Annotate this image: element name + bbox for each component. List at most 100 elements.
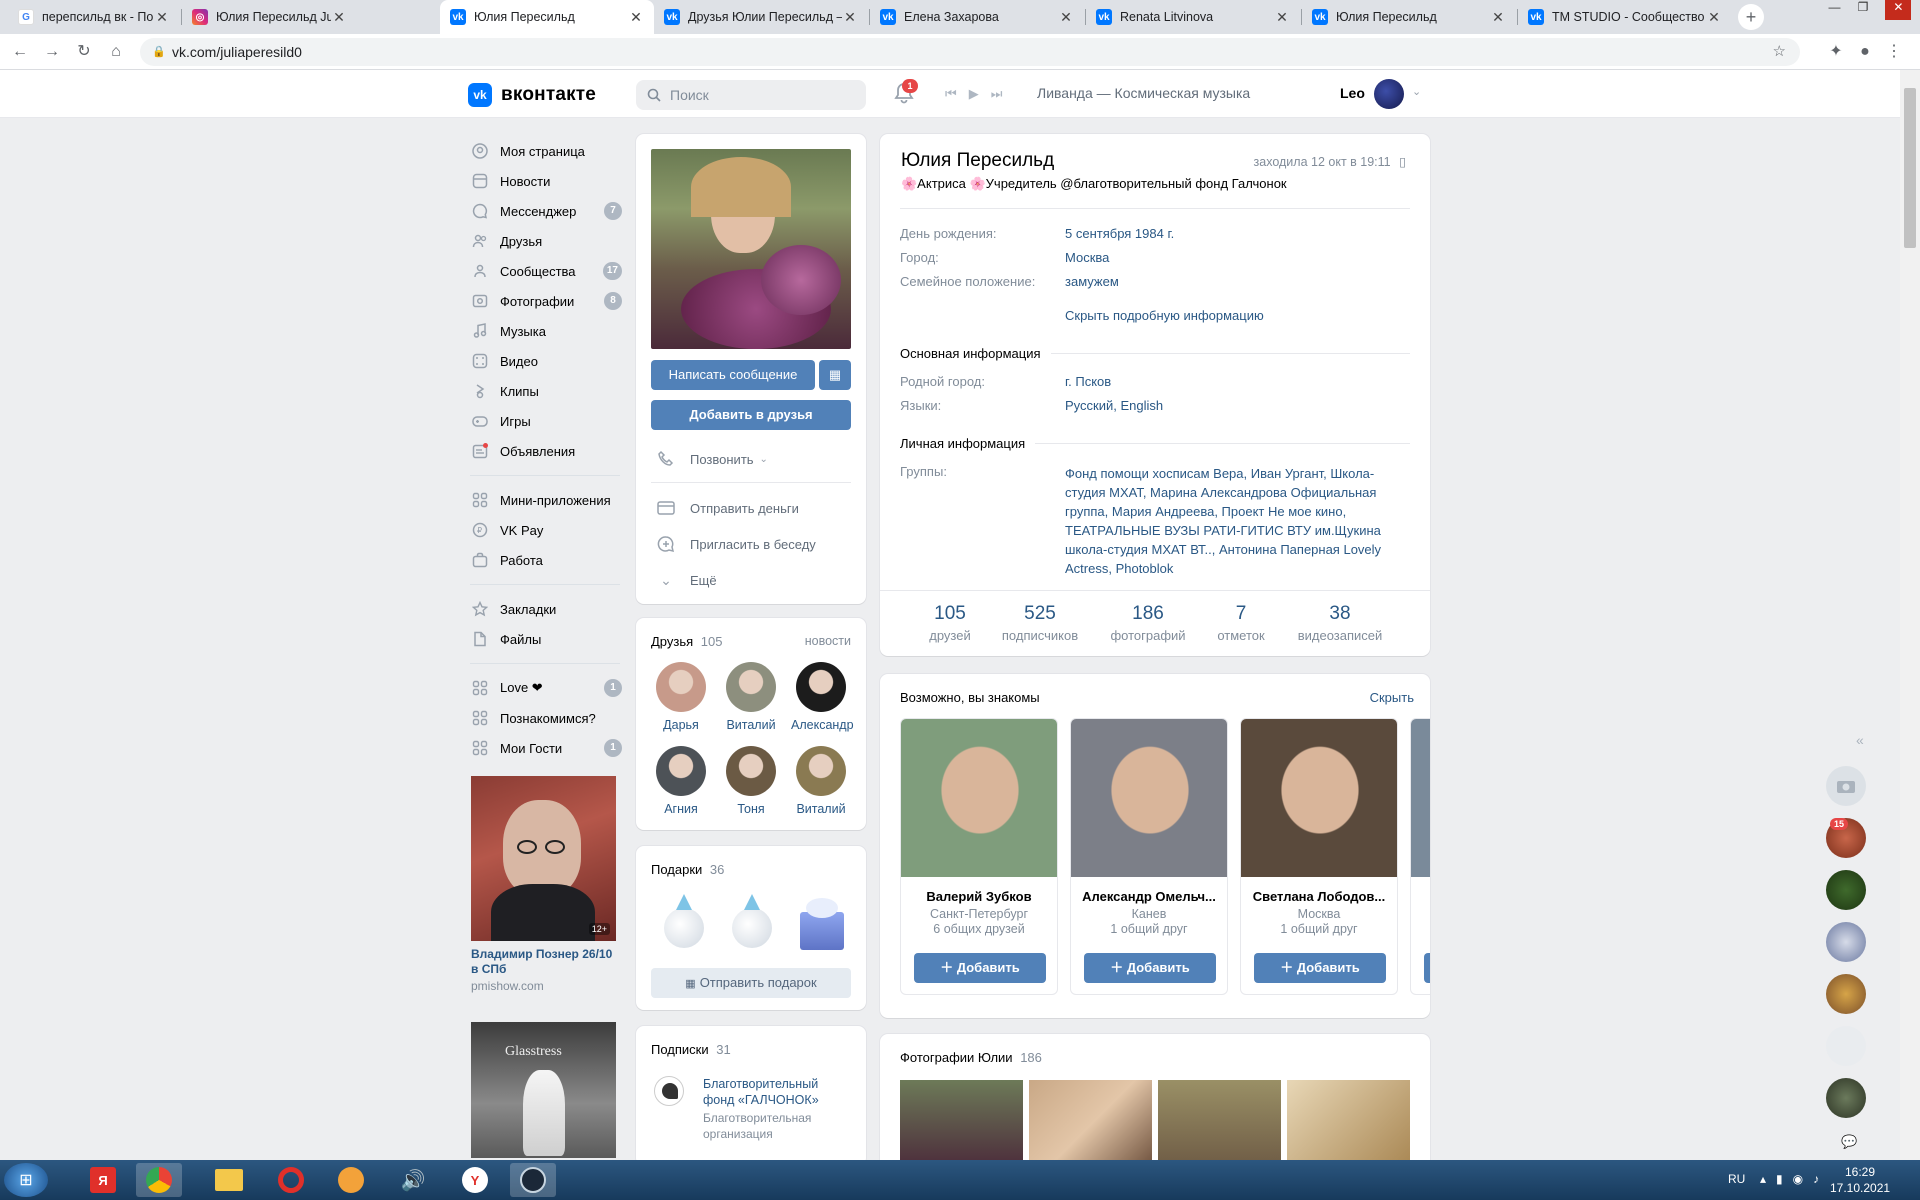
yandex-browser-icon[interactable]: Y	[452, 1163, 498, 1197]
camera-icon[interactable]	[1826, 766, 1866, 806]
info-value[interactable]: Москва	[1065, 250, 1109, 265]
close-tab-icon[interactable]: ✕	[1706, 9, 1722, 26]
opera-icon[interactable]	[268, 1163, 314, 1197]
close-tab-icon[interactable]: ✕	[154, 9, 170, 26]
friend-item[interactable]: Александр	[791, 662, 854, 732]
mutual-friends[interactable]: 1 общий друг	[1241, 922, 1397, 936]
forward-icon[interactable]: →	[42, 42, 62, 62]
friend-name[interactable]: Александр	[791, 718, 854, 732]
maximize-icon[interactable]: ❐	[1858, 0, 1869, 20]
yandex-icon[interactable]: Я	[80, 1163, 126, 1197]
volume-icon[interactable]: ♪	[1813, 1172, 1819, 1186]
add-friend-button[interactable]: Добавить в друзья	[651, 400, 851, 430]
menu-item[interactable]: Работа	[470, 545, 620, 575]
profile-stat[interactable]: 7 отметок	[1191, 603, 1291, 643]
menu-item[interactable]: Моя страница	[470, 136, 620, 166]
info-value[interactable]: замужем	[1065, 274, 1119, 289]
send-money-action[interactable]: Отправить деньги	[656, 498, 799, 518]
hide-details-link[interactable]: Скрыть подробную информацию	[1065, 308, 1264, 323]
friend-item[interactable]: Агния	[651, 746, 711, 816]
menu-item[interactable]: Игры	[470, 406, 620, 436]
suggested-person-card[interactable]: Александр Омельч... Канев 1 общий друг ＋ До…	[1070, 718, 1228, 995]
chat-avatar[interactable]	[1826, 1078, 1866, 1118]
menu-item[interactable]: ₽ VK Pay	[470, 515, 620, 545]
suggested-person-name[interactable]: Александр Омельч...	[1071, 889, 1227, 904]
chat-icon[interactable]: 💬	[1841, 1134, 1857, 1150]
close-tab-icon[interactable]: ✕	[1058, 9, 1074, 26]
gifts-header[interactable]: Подарки 36	[651, 862, 724, 877]
friend-item[interactable]: Тоня	[721, 746, 781, 816]
language-indicator[interactable]: RU	[1728, 1172, 1745, 1186]
menu-item[interactable]: Мини-приложения	[470, 485, 620, 515]
minimize-icon[interactable]: —	[1829, 0, 1841, 20]
ad-block[interactable]: Glasstress	[471, 1022, 616, 1158]
play-icon[interactable]: ▶	[969, 86, 979, 102]
network-icon[interactable]: ▮	[1776, 1172, 1783, 1186]
close-tab-icon[interactable]: ✕	[331, 9, 347, 26]
menu-item[interactable]: Видео	[470, 346, 620, 376]
add-suggested-friend-button[interactable]: ＋ Добавить	[914, 953, 1046, 983]
call-action[interactable]: Позвонить ⌄	[656, 449, 768, 469]
search-input[interactable]: Поиск	[636, 80, 866, 110]
ad-block[interactable]: 12+ Владимир Познер 26/10 в СПб pmishow.…	[471, 776, 616, 993]
menu-item[interactable]: Музыка	[470, 316, 620, 346]
extensions-icon[interactable]: ✦	[1826, 42, 1846, 62]
profile-stat[interactable]: 105 друзей	[900, 603, 1000, 643]
friend-name[interactable]: Виталий	[791, 802, 851, 816]
photo-thumb[interactable]	[1287, 1080, 1410, 1170]
browser-menu-icon[interactable]: ⋮	[1884, 42, 1904, 62]
community-logo[interactable]	[654, 1076, 684, 1106]
menu-item[interactable]: Мои Гости 1	[470, 733, 622, 763]
send-gift-button[interactable]: ▦ Отправить подарок	[651, 968, 851, 998]
suggested-person-card[interactable]: Валерий Зубков Санкт-Петербург 6 общих дру…	[900, 718, 1058, 995]
friend-avatar[interactable]	[726, 662, 776, 712]
gift-item[interactable]	[658, 894, 708, 952]
vk-logo[interactable]: vk вконтакте	[468, 83, 596, 107]
menu-item[interactable]: Познакомимся?	[470, 703, 620, 733]
now-playing-track[interactable]: Ливанда — Космическая музыка	[1037, 85, 1250, 101]
friend-item[interactable]: Виталий	[721, 662, 781, 732]
add-suggested-friend-button[interactable]: ＋ Добавить	[1254, 953, 1386, 983]
browser-tab[interactable]: vk Елена Захарова ✕	[870, 0, 1084, 34]
friend-avatar[interactable]	[656, 662, 706, 712]
chrome-icon[interactable]	[136, 1163, 182, 1197]
suggested-person-card-partial[interactable]	[1410, 718, 1430, 995]
profile-stat[interactable]: 525 подписчиков	[990, 603, 1090, 643]
profile-stat[interactable]: 38 видеозаписей	[1290, 603, 1390, 643]
friend-avatar[interactable]	[796, 746, 846, 796]
menu-item[interactable]: Мессенджер 7	[470, 196, 622, 226]
steam-icon[interactable]	[510, 1163, 556, 1197]
photo-thumb[interactable]	[1029, 1080, 1152, 1170]
photo-thumb[interactable]	[900, 1080, 1023, 1170]
friend-name[interactable]: Тоня	[721, 802, 781, 816]
menu-item[interactable]: Файлы	[470, 624, 620, 654]
friend-item[interactable]: Дарья	[651, 662, 711, 732]
menu-item[interactable]: Клипы	[470, 376, 620, 406]
tray-arrow-icon[interactable]: ▴	[1760, 1172, 1766, 1186]
info-value[interactable]: 5 сентября 1984 г.	[1065, 226, 1174, 241]
suggested-person-photo[interactable]	[1241, 719, 1397, 877]
browser-tab[interactable]: vk TM STUDIO - Сообщество ✕	[1518, 0, 1732, 34]
menu-item[interactable]: Сообщества 17	[470, 256, 622, 286]
close-window-icon[interactable]: ✕	[1885, 0, 1912, 20]
add-suggested-friend-button[interactable]: ＋ Добавить	[1084, 953, 1216, 983]
profile-stat[interactable]: 186 фотографий	[1098, 603, 1198, 643]
profile-photo[interactable]	[651, 149, 851, 349]
chat-avatar[interactable]	[1826, 1026, 1866, 1066]
invite-chat-action[interactable]: Пригласить в беседу	[656, 534, 816, 554]
chat-avatar[interactable]	[1826, 870, 1866, 910]
chat-avatar[interactable]	[1826, 922, 1866, 962]
close-tab-icon[interactable]: ✕	[842, 9, 858, 26]
photos-header[interactable]: Фотографии Юлии 186	[900, 1050, 1042, 1065]
media-player-icon[interactable]	[328, 1163, 374, 1197]
back-icon[interactable]: ←	[10, 42, 30, 62]
steam-tray-icon[interactable]: ◉	[1793, 1172, 1803, 1186]
friend-name[interactable]: Виталий	[721, 718, 781, 732]
friend-avatar[interactable]	[726, 746, 776, 796]
menu-item[interactable]: Закладки	[470, 594, 620, 624]
page-scrollbar[interactable]	[1900, 70, 1920, 1160]
friend-item[interactable]: Виталий	[791, 746, 851, 816]
write-message-button[interactable]: Написать сообщение	[651, 360, 815, 390]
volume-app-icon[interactable]: 🔊	[390, 1163, 436, 1197]
user-avatar[interactable]	[1374, 79, 1404, 109]
